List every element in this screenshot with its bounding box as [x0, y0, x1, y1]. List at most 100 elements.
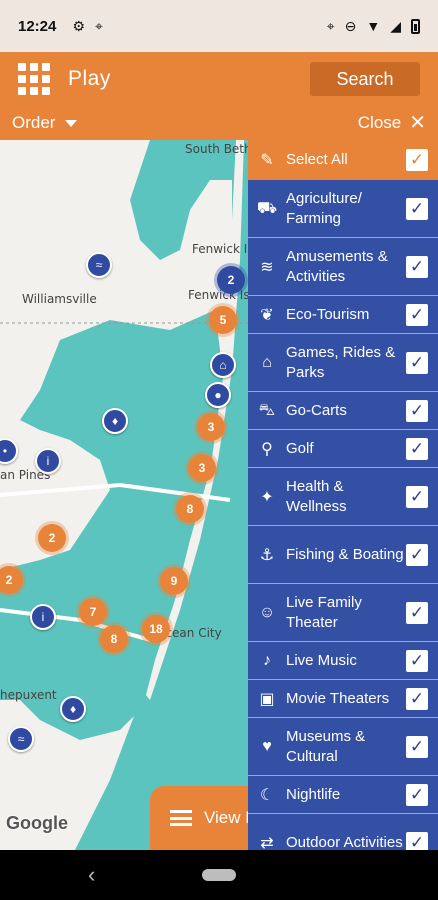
- filter-row[interactable]: ✦ Health & Wellness ✓: [248, 468, 438, 526]
- nightlife-icon: ☾: [259, 786, 275, 804]
- filter-checkbox[interactable]: ✓: [406, 543, 428, 566]
- view-list-label: View L: [204, 808, 248, 827]
- map-label: hepuxent: [0, 688, 57, 702]
- view-list-button[interactable]: View L: [150, 786, 248, 850]
- filter-row[interactable]: ☺ Live Family Theater ✓: [248, 584, 438, 642]
- filter-row[interactable]: ♪ Live Music ✓: [248, 642, 438, 680]
- filter-checkbox[interactable]: ✓: [406, 601, 428, 624]
- signpost-icon: ⇄: [260, 834, 274, 851]
- filter-label: Museums & Cultural: [286, 727, 366, 765]
- filter-label: Live Family Theater: [286, 593, 362, 631]
- filter-checkbox[interactable]: ✓: [406, 735, 428, 758]
- filter-row[interactable]: ❦ Eco-Tourism ✓: [248, 296, 438, 334]
- filter-checkbox[interactable]: ✓: [406, 303, 428, 326]
- filter-checkbox[interactable]: ✓: [406, 437, 428, 460]
- filter-row[interactable]: ⚲ Golf ✓: [248, 430, 438, 468]
- signal-icon: ◢: [390, 17, 401, 34]
- home-pill[interactable]: [202, 869, 236, 881]
- go-cart-icon: ⛍: [258, 401, 276, 419]
- order-label: Order: [12, 113, 56, 132]
- filter-label: Agriculture/ Farming: [286, 189, 362, 227]
- map-cluster[interactable]: 18: [142, 615, 170, 643]
- movie-camera-icon: ▣: [259, 690, 275, 708]
- filter-checkbox[interactable]: ✓: [406, 197, 428, 220]
- map-cluster[interactable]: 2: [217, 266, 245, 294]
- filter-row[interactable]: ⚓ Fishing & Boating ✓: [248, 526, 438, 584]
- leaf-icon: ❦: [260, 306, 274, 324]
- filter-label: Games, Rides & Parks: [286, 343, 396, 381]
- filter-row[interactable]: ⇄ Outdoor Activities ✓: [248, 814, 438, 850]
- close-button[interactable]: Close ✕: [358, 113, 426, 133]
- order-dropdown[interactable]: Order: [12, 113, 78, 133]
- map-cluster[interactable]: 2: [38, 524, 66, 552]
- golf-icon[interactable]: ♦: [102, 408, 128, 434]
- close-label: Close: [357, 113, 402, 132]
- map-cluster[interactable]: 8: [176, 495, 204, 523]
- filter-label: Go-Carts: [286, 401, 347, 419]
- map-cluster[interactable]: 7: [79, 598, 107, 626]
- wellness-icon[interactable]: i: [35, 448, 61, 474]
- wifi-icon: ▼: [366, 18, 381, 34]
- map-cluster[interactable]: 3: [197, 413, 225, 441]
- filter-label: Fishing & Boating: [286, 545, 404, 563]
- filter-label: Outdoor Activities: [286, 833, 403, 851]
- wellness-icon[interactable]: i: [30, 604, 56, 630]
- movie-camera-icon[interactable]: ●: [205, 382, 231, 408]
- google-logo: Google: [6, 813, 68, 833]
- filter-checkbox[interactable]: ✓: [406, 485, 428, 508]
- search-button[interactable]: Search: [310, 62, 420, 96]
- filter-row[interactable]: ▣ Movie Theaters ✓: [248, 680, 438, 718]
- filter-row[interactable]: ♥ Museums & Cultural ✓: [248, 718, 438, 776]
- filter-label: Nightlife: [286, 785, 341, 803]
- menu-grid-icon[interactable]: [18, 63, 50, 95]
- museum-icon: ♥: [262, 737, 272, 755]
- map-cluster[interactable]: 9: [160, 567, 188, 595]
- caret-down-icon: [65, 119, 78, 127]
- roller-coaster-icon[interactable]: ≈: [8, 726, 34, 752]
- select-all-row[interactable]: ✎ Select All ✓: [248, 140, 438, 180]
- close-icon: ✕: [409, 112, 426, 134]
- roller-coaster-icon: ≋: [260, 258, 274, 276]
- gear-icon: ⚙: [72, 17, 85, 34]
- map-cluster[interactable]: 3: [188, 454, 216, 482]
- map-cluster[interactable]: 5: [209, 306, 237, 334]
- status-time: 12:24: [18, 17, 57, 35]
- location-icon: ⌖: [326, 17, 335, 34]
- filter-row[interactable]: ⌂ Games, Rides & Parks ✓: [248, 334, 438, 392]
- theater-masks-icon: ☺: [258, 603, 276, 621]
- edit-list-icon: ✎: [260, 152, 274, 169]
- battery-icon: [411, 18, 420, 34]
- map-label: South Beth: [185, 142, 248, 156]
- map-label: Fenwick I: [192, 242, 248, 256]
- select-all-checkbox[interactable]: ✓: [406, 149, 428, 171]
- filter-checkbox[interactable]: ✓: [406, 831, 428, 850]
- music-note-icon: ♪: [263, 651, 271, 669]
- app-bar: Play Search: [0, 52, 438, 106]
- filter-row[interactable]: ≋ Amusements & Activities ✓: [248, 238, 438, 296]
- filter-label: Health & Wellness: [286, 477, 347, 515]
- filter-checkbox[interactable]: ✓: [406, 255, 428, 278]
- filter-label: Golf: [286, 439, 314, 457]
- status-bar: 12:24 ⚙ ⌖ ⌖ ⊖ ▼ ◢: [0, 0, 438, 52]
- filter-row[interactable]: ⛟ Agriculture/ Farming ✓: [248, 180, 438, 238]
- back-icon[interactable]: ‹: [88, 862, 95, 888]
- filter-row[interactable]: ☾ Nightlife ✓: [248, 776, 438, 814]
- filter-checkbox[interactable]: ✓: [406, 649, 428, 672]
- filter-checkbox[interactable]: ✓: [406, 399, 428, 422]
- filter-label: Movie Theaters: [286, 689, 390, 707]
- filter-row[interactable]: ⛍ Go-Carts ✓: [248, 392, 438, 430]
- wellness-icon: ✦: [260, 488, 274, 506]
- map-label: Williamsville: [22, 292, 97, 306]
- filter-checkbox[interactable]: ✓: [406, 351, 428, 374]
- carousel-icon[interactable]: ⌂: [210, 352, 236, 378]
- roller-coaster-icon[interactable]: ≈: [86, 252, 112, 278]
- system-nav-bar: ‹: [0, 850, 438, 900]
- list-icon: [170, 810, 192, 826]
- filter-checkbox[interactable]: ✓: [406, 687, 428, 710]
- page-title: Play: [68, 67, 111, 90]
- golf-icon[interactable]: ♦: [60, 696, 86, 722]
- filter-checkbox[interactable]: ✓: [406, 783, 428, 806]
- sub-bar: Order Close ✕: [0, 106, 438, 140]
- map-view[interactable]: South Beth Fenwick I Fenwick Is Williams…: [0, 140, 248, 850]
- map-cluster[interactable]: 8: [100, 625, 128, 653]
